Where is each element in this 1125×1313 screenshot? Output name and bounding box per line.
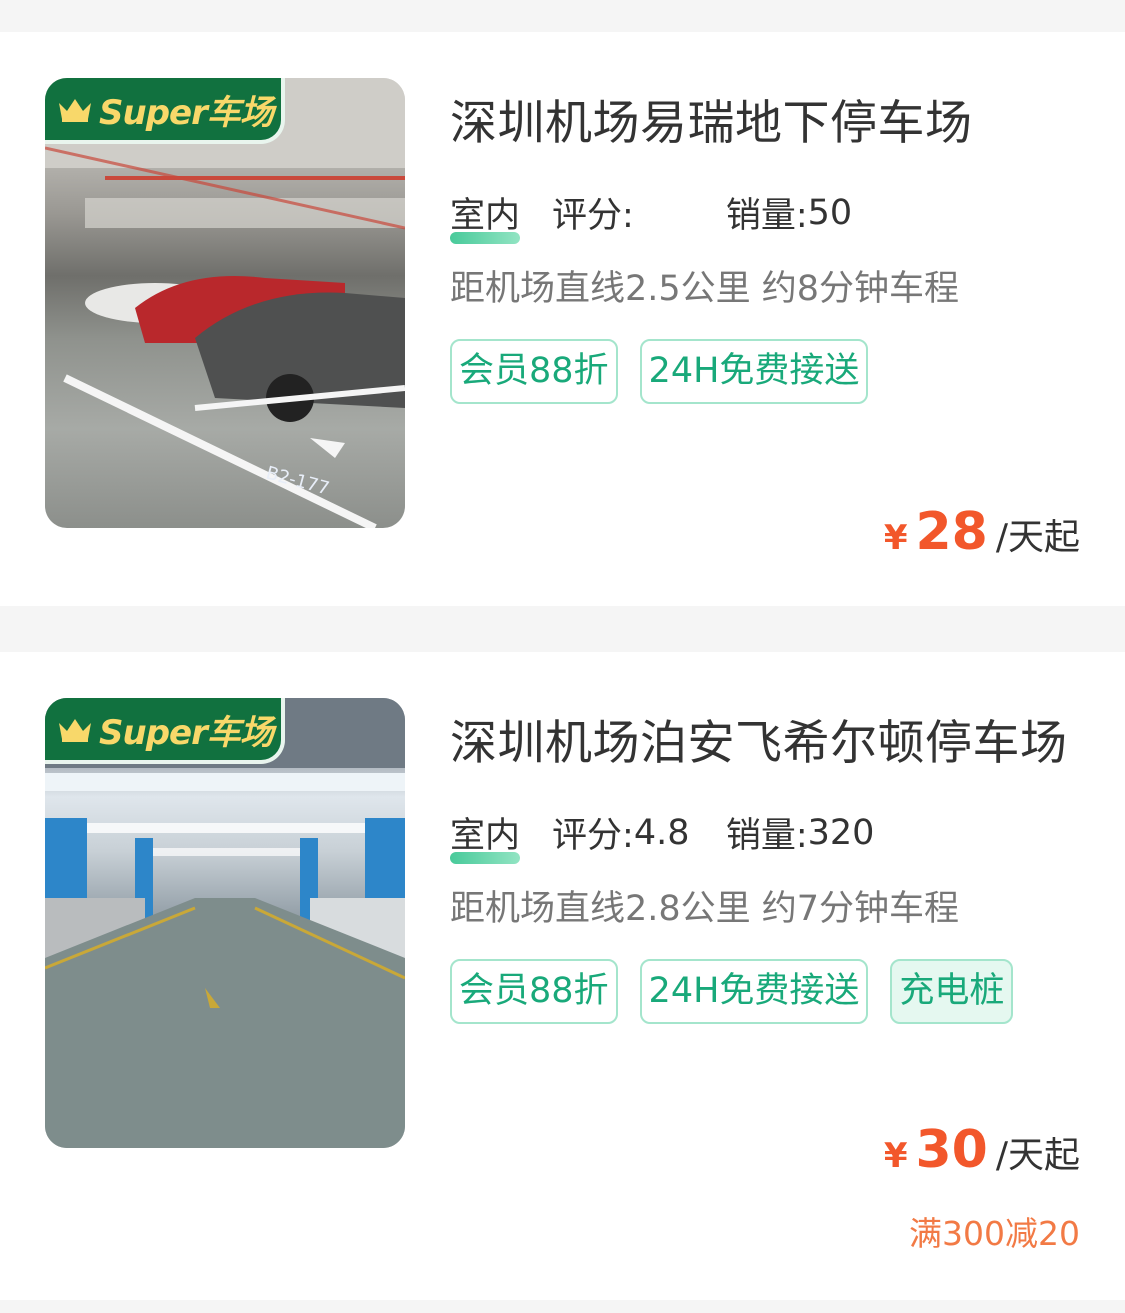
tag-free-shuttle: 24H免费接送 — [639, 339, 869, 404]
crown-icon — [59, 99, 91, 122]
sales-label: 销量: — [725, 816, 808, 856]
price-unit: /天起 — [995, 517, 1080, 558]
rating-label: 评分: — [552, 196, 634, 236]
distance-text: 距机场直线2.5公里 约8分钟车程 — [450, 269, 960, 309]
feature-tags: 会员88折 24H免费接送 充电桩 — [450, 959, 1090, 1049]
parking-lot-photo: Super车场 — [45, 698, 405, 1148]
parking-lot-name: 深圳机场泊安飞希尔顿停车场 — [450, 716, 1068, 771]
rating-value: 4.8 — [633, 812, 690, 853]
crown-icon — [59, 719, 91, 742]
parking-lot-meta: 室内 评分: 4.8 销量: 320 — [450, 807, 875, 864]
feature-tags: 会员88折 24H免费接送 — [450, 339, 1090, 429]
super-lot-badge: Super车场 — [45, 698, 285, 764]
parking-lot-name: 深圳机场易瑞地下停车场 — [450, 96, 973, 151]
currency-symbol: ¥ — [883, 518, 908, 558]
sales-label: 销量: — [725, 196, 808, 236]
parking-lot-card[interactable]: Super车场 深圳机场泊安飞希尔顿停车场 室内 评分: 4.8 销量: 320… — [0, 652, 1125, 1300]
rating-label: 评分: — [552, 816, 634, 856]
distance-text: 距机场直线2.8公里 约7分钟车程 — [450, 889, 960, 929]
parking-lot-photo: B2-177 Super车场 — [45, 78, 405, 528]
sales-value: 320 — [807, 812, 875, 853]
super-lot-badge: Super车场 — [45, 78, 285, 144]
price: ¥28/天起 — [884, 502, 1080, 562]
tag-member-discount: 会员88折 — [450, 339, 618, 404]
price-unit: /天起 — [995, 1135, 1080, 1176]
price: ¥30/天起 — [884, 1120, 1080, 1180]
parking-lot-meta: 室内 评分: 销量: 50 — [450, 187, 853, 244]
badge-label: Super车场 — [99, 712, 274, 753]
sales-value: 50 — [807, 192, 853, 233]
discount-offer: 满300减20 — [909, 1214, 1080, 1253]
lot-type-label: 室内 — [450, 187, 521, 244]
price-value: 30 — [915, 1120, 988, 1180]
currency-symbol: ¥ — [883, 1136, 908, 1176]
price-value: 28 — [915, 502, 988, 562]
tag-member-discount: 会员88折 — [450, 959, 618, 1024]
badge-label: Super车场 — [99, 92, 274, 133]
tag-free-shuttle: 24H免费接送 — [639, 959, 869, 1024]
tag-charging-pile: 充电桩 — [890, 959, 1014, 1024]
parking-lot-card[interactable]: B2-177 Super车场 深圳机场易瑞地下停车场 室内 评分: 销量: 50… — [0, 32, 1125, 606]
lot-type-label: 室内 — [450, 807, 521, 864]
